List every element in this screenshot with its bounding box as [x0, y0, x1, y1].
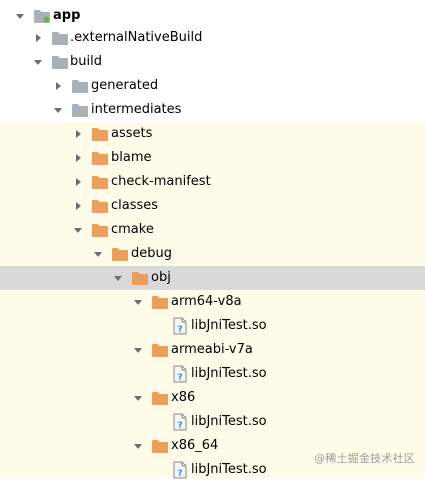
tree-item-label: x86: [171, 390, 196, 405]
tree-item-libjnitest-so[interactable]: ? libJniTest.so: [0, 410, 425, 434]
folder-orange-icon: [132, 266, 148, 290]
chevron-down-icon[interactable]: [32, 50, 44, 74]
tree-item-label: generated: [91, 78, 159, 93]
tree-item-label: x86_64: [171, 438, 219, 453]
chevron-right-icon[interactable]: [32, 26, 44, 50]
tree-item-armeabi-v7a[interactable]: armeabi-v7a: [0, 338, 425, 362]
svg-text:?: ?: [177, 373, 182, 383]
folder-orange-icon: [92, 146, 108, 170]
folder-orange-icon: [152, 386, 168, 410]
module-folder-icon: [34, 4, 50, 28]
project-tree: app .externalNativeBuild build generated: [0, 0, 425, 479]
folder-orange-icon: [152, 338, 168, 362]
tree-item-label: libJniTest.so: [191, 318, 267, 333]
tree-item-x86[interactable]: x86: [0, 386, 425, 410]
tree-item-label: check-manifest: [111, 174, 211, 189]
tree-item-label: libJniTest.so: [191, 414, 267, 429]
tree-item-label: arm64-v8a: [171, 294, 242, 309]
chevron-right-icon[interactable]: [52, 74, 64, 98]
folder-gray-icon: [52, 26, 68, 50]
folder-orange-icon: [92, 170, 108, 194]
chevron-down-icon[interactable]: [132, 338, 144, 362]
folder-orange-icon: [152, 290, 168, 314]
tree-item-libjnitest-so[interactable]: ? libJniTest.so: [0, 314, 425, 338]
chevron-down-icon[interactable]: [132, 290, 144, 314]
tree-item-intermediates[interactable]: intermediates: [0, 98, 425, 122]
tree-item-label: classes: [111, 198, 159, 213]
tree-item-obj[interactable]: obj: [0, 266, 425, 290]
unknown-file-icon: ?: [172, 314, 188, 338]
chevron-down-icon[interactable]: [14, 4, 26, 28]
tree-item-classes[interactable]: classes: [0, 194, 425, 218]
folder-orange-icon: [92, 122, 108, 146]
unknown-file-icon: ?: [172, 458, 188, 482]
tree-item-label: libJniTest.so: [191, 366, 267, 381]
svg-text:?: ?: [177, 325, 182, 335]
tree-item-label: obj: [151, 270, 171, 285]
unknown-file-icon: ?: [172, 362, 188, 386]
tree-item-label: build: [70, 54, 102, 69]
chevron-right-icon[interactable]: [72, 170, 84, 194]
chevron-down-icon[interactable]: [132, 434, 144, 458]
watermark: @稀土掘金技术社区: [314, 452, 415, 465]
chevron-right-icon[interactable]: [72, 194, 84, 218]
tree-item-label: blame: [111, 150, 152, 165]
tree-item-label: cmake: [111, 222, 154, 237]
tree-item-label: intermediates: [91, 102, 182, 117]
folder-gray-icon: [52, 50, 68, 74]
tree-item-label: armeabi-v7a: [171, 342, 253, 357]
tree-item-assets[interactable]: assets: [0, 122, 425, 146]
tree-item-app[interactable]: app: [0, 4, 425, 28]
tree-item-libjnitest-so[interactable]: ? libJniTest.so: [0, 362, 425, 386]
chevron-down-icon[interactable]: [112, 266, 124, 290]
chevron-right-icon[interactable]: [72, 146, 84, 170]
chevron-down-icon[interactable]: [52, 98, 64, 122]
folder-orange-icon: [112, 242, 128, 266]
tree-item-check-manifest[interactable]: check-manifest: [0, 170, 425, 194]
svg-text:?: ?: [177, 421, 182, 431]
tree-item-label: app: [53, 8, 81, 23]
chevron-down-icon[interactable]: [72, 218, 84, 242]
folder-orange-icon: [152, 434, 168, 458]
chevron-down-icon[interactable]: [132, 386, 144, 410]
tree-item-label: libJniTest.so: [191, 462, 267, 477]
tree-item-label: .externalNativeBuild: [70, 30, 203, 45]
tree-item-blame[interactable]: blame: [0, 146, 425, 170]
chevron-right-icon[interactable]: [72, 122, 84, 146]
chevron-down-icon[interactable]: [92, 242, 104, 266]
tree-item-label: assets: [111, 126, 153, 141]
tree-item-cmake[interactable]: cmake: [0, 218, 425, 242]
tree-item-generated[interactable]: generated: [0, 74, 425, 98]
tree-item-debug[interactable]: debug: [0, 242, 425, 266]
folder-gray-icon: [72, 98, 88, 122]
folder-orange-icon: [92, 194, 108, 218]
tree-item-externalnativebuild[interactable]: .externalNativeBuild: [0, 26, 425, 50]
folder-orange-icon: [92, 218, 108, 242]
tree-item-build[interactable]: build: [0, 50, 425, 74]
tree-item-arm64-v8a[interactable]: arm64-v8a: [0, 290, 425, 314]
tree-item-label: debug: [131, 246, 172, 261]
folder-gray-icon: [72, 74, 88, 98]
unknown-file-icon: ?: [172, 410, 188, 434]
